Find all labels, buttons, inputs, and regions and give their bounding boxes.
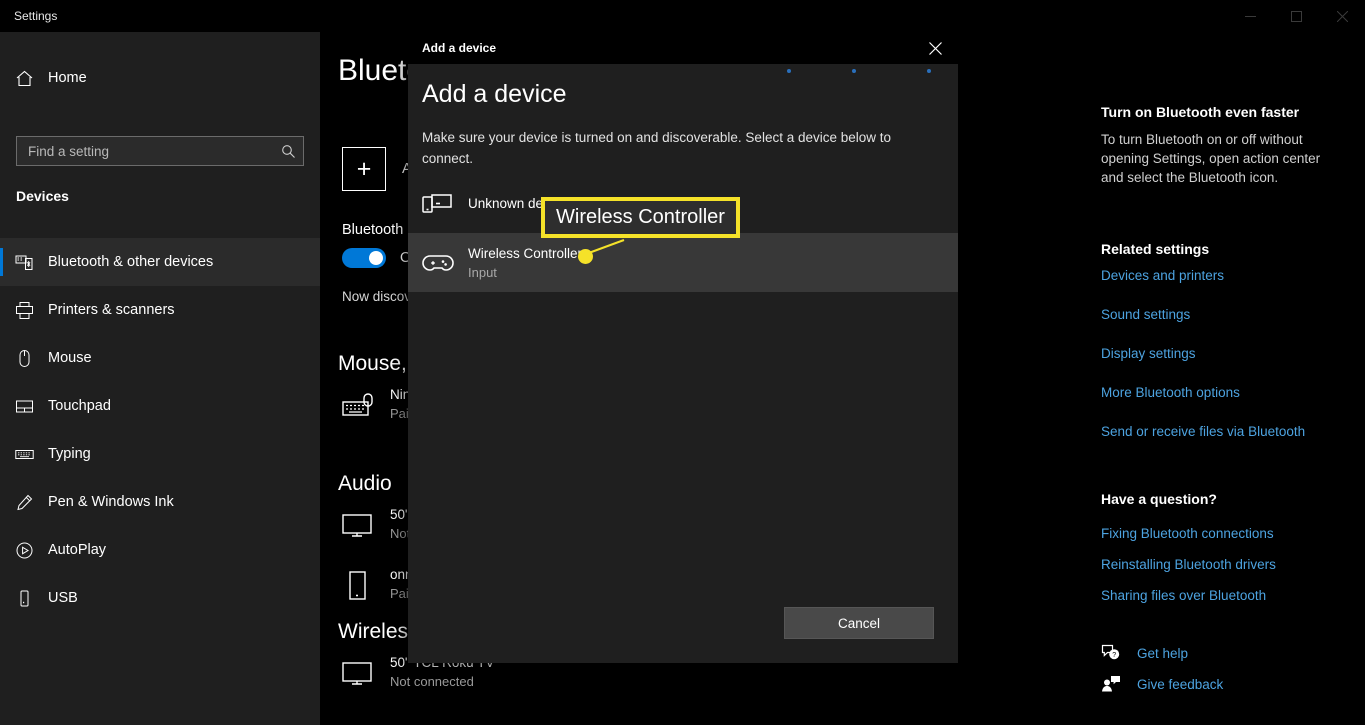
- bluetooth-devices-icon: [0, 253, 48, 272]
- sidebar-item-touchpad[interactable]: Touchpad: [0, 382, 320, 430]
- restore-button[interactable]: [1273, 0, 1319, 32]
- gamepad-icon: [422, 252, 468, 274]
- dialog-subtext: Make sure your device is turned on and d…: [422, 130, 892, 166]
- printer-icon: [0, 301, 48, 320]
- sidebar-item-label: Pen & Windows Ink: [48, 494, 174, 510]
- toggle-switch[interactable]: [342, 248, 386, 268]
- give-feedback-link[interactable]: Give feedback: [1101, 675, 1223, 693]
- annotation-anchor-dot: [578, 249, 593, 264]
- cancel-button[interactable]: Cancel: [784, 607, 934, 639]
- tip-heading: Turn on Bluetooth even faster: [1101, 104, 1300, 120]
- sidebar-item-home-label: Home: [48, 70, 87, 86]
- device-status: Not connected: [390, 674, 474, 689]
- autoplay-icon: [0, 541, 48, 560]
- search-input[interactable]: Find a setting: [16, 136, 304, 166]
- usb-icon: [0, 589, 48, 608]
- sidebar-section-heading: Devices: [16, 188, 69, 204]
- group-heading-audio: Audio: [338, 472, 392, 495]
- monitor-icon: [342, 506, 390, 546]
- dialog-titlebar-title: Add a device: [422, 41, 497, 55]
- feedback-person-icon: [1101, 675, 1137, 693]
- device-subtitle: Input: [468, 264, 497, 280]
- sidebar-item-label: Touchpad: [48, 398, 111, 414]
- sidebar-item-home[interactable]: Home: [0, 58, 320, 98]
- plus-icon: +: [342, 147, 386, 191]
- sidebar-item-usb[interactable]: USB: [0, 574, 320, 622]
- monitor-icon: [342, 654, 390, 694]
- device-list-item-text: Wireless Controller Input: [468, 246, 582, 280]
- sidebar-nav-list: Bluetooth & other devices Printers & sca…: [0, 238, 320, 622]
- close-button[interactable]: [1319, 0, 1365, 32]
- device-name: Wireless Controller: [468, 245, 583, 261]
- unknown-device-icon: [422, 192, 468, 216]
- sidebar-item-autoplay[interactable]: AutoPlay: [0, 526, 320, 574]
- get-help-label: Get help: [1137, 645, 1189, 661]
- sidebar-item-typing[interactable]: Typing: [0, 430, 320, 478]
- question-link-sharing-files[interactable]: Sharing files over Bluetooth: [1101, 588, 1266, 603]
- device-list-item-wireless-controller[interactable]: Wireless Controller Input: [408, 233, 958, 292]
- keyboard-mouse-icon: [342, 386, 390, 426]
- pen-icon: [0, 493, 48, 512]
- annotation-label: Wireless Controller: [556, 206, 725, 228]
- annotation-callout: Wireless Controller: [541, 197, 740, 238]
- progress-dot: [852, 69, 856, 73]
- related-link-sound-settings[interactable]: Sound settings: [1101, 307, 1190, 322]
- give-feedback-label: Give feedback: [1137, 676, 1224, 692]
- search-icon: [273, 144, 303, 159]
- sidebar-item-pen-windows-ink[interactable]: Pen & Windows Ink: [0, 478, 320, 526]
- toggle-knob: [369, 251, 383, 265]
- related-settings-heading: Related settings: [1101, 241, 1210, 257]
- sidebar-item-label: AutoPlay: [48, 542, 107, 558]
- search-placeholder: Find a setting: [28, 143, 110, 159]
- settings-window: Settings Home Find a setting Devices Blu…: [0, 0, 1365, 725]
- mouse-icon: [0, 349, 48, 368]
- sidebar-item-mouse[interactable]: Mouse: [0, 334, 320, 382]
- keyboard-icon: [0, 445, 48, 464]
- bluetooth-label: Bluetooth: [342, 222, 404, 238]
- window-title: Settings: [14, 9, 58, 23]
- tip-body: To turn Bluetooth on or off without open…: [1101, 132, 1321, 185]
- sidebar-item-printers-scanners[interactable]: Printers & scanners: [0, 286, 320, 334]
- sidebar-item-label: Bluetooth & other devices: [48, 254, 214, 270]
- phone-icon: [342, 566, 390, 606]
- sidebar-item-label: Typing: [48, 446, 91, 462]
- get-help-link[interactable]: ? Get help: [1101, 644, 1188, 662]
- sidebar-item-bluetooth-other-devices[interactable]: Bluetooth & other devices: [0, 238, 320, 286]
- question-heading: Have a question?: [1101, 491, 1217, 507]
- sidebar-item-label: Mouse: [48, 350, 92, 366]
- question-link-reinstalling-drivers[interactable]: Reinstalling Bluetooth drivers: [1101, 557, 1276, 572]
- right-panel: Turn on Bluetooth even faster To turn Bl…: [1080, 32, 1365, 725]
- sidebar: Home Find a setting Devices Bluetooth & …: [0, 32, 320, 725]
- progress-dot: [787, 69, 791, 73]
- dialog-heading: Add a device: [422, 80, 567, 108]
- touchpad-icon: [0, 397, 48, 416]
- svg-text:?: ?: [1112, 652, 1116, 659]
- window-titlebar: Settings: [0, 0, 1365, 32]
- sidebar-item-label: Printers & scanners: [48, 302, 175, 318]
- dialog-titlebar: Add a device: [408, 32, 958, 64]
- related-link-display-settings[interactable]: Display settings: [1101, 346, 1196, 361]
- question-link-fixing-connections[interactable]: Fixing Bluetooth connections: [1101, 526, 1274, 541]
- related-link-send-receive-files[interactable]: Send or receive files via Bluetooth: [1101, 424, 1305, 439]
- sidebar-item-label: USB: [48, 590, 78, 606]
- dialog-close-button[interactable]: [913, 32, 958, 64]
- related-link-more-bluetooth-options[interactable]: More Bluetooth options: [1101, 385, 1240, 400]
- help-bubble-icon: ?: [1101, 644, 1137, 662]
- add-device-dialog: Add a device Add a device Make sure your…: [408, 32, 958, 663]
- progress-dots: [408, 64, 958, 78]
- related-link-devices-and-printers[interactable]: Devices and printers: [1101, 268, 1224, 283]
- progress-dot: [927, 69, 931, 73]
- minimize-button[interactable]: [1227, 0, 1273, 32]
- window-controls: [1227, 0, 1365, 32]
- home-icon: [0, 69, 48, 88]
